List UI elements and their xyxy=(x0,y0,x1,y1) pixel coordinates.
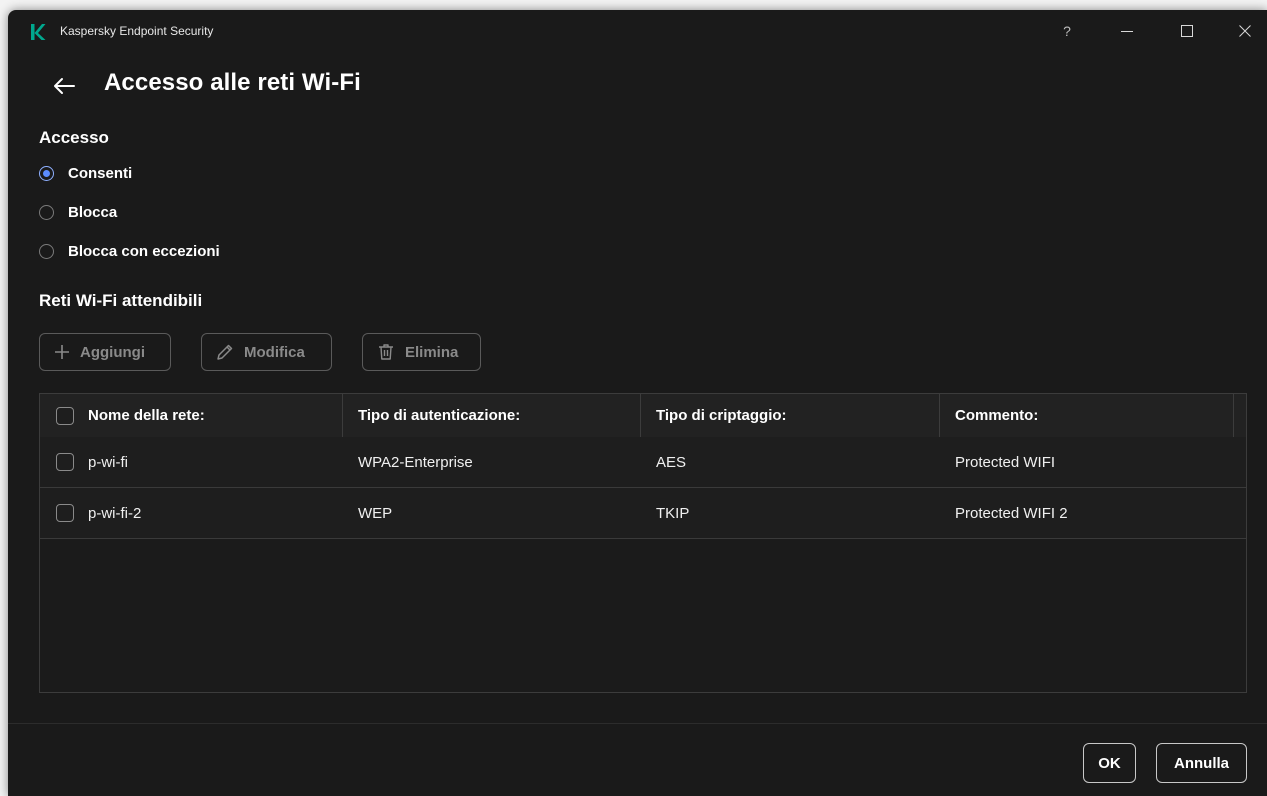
radio-button-selected[interactable] xyxy=(39,165,54,181)
column-header-network-name[interactable]: Nome della rete: xyxy=(56,394,336,437)
cell-network-name: p-wi-fi-2 xyxy=(56,488,141,538)
app-title: Kaspersky Endpoint Security xyxy=(60,24,214,38)
column-header-label: Nome della rete: xyxy=(88,407,205,424)
radio-label: Consenti xyxy=(68,164,133,182)
cell-auth-type: WPA2-Enterprise xyxy=(358,453,473,471)
edit-button-label: Modifica xyxy=(244,343,305,361)
delete-button-label: Elimina xyxy=(405,343,459,361)
radio-button[interactable] xyxy=(39,204,54,220)
column-header-encryption-type[interactable]: Tipo di criptaggio: xyxy=(656,394,926,437)
access-section-title: Accesso xyxy=(39,128,109,147)
column-header-auth-type[interactable]: Tipo di autenticazione: xyxy=(358,394,628,437)
radio-label: Blocca xyxy=(68,203,118,221)
help-button[interactable]: ? xyxy=(1046,16,1088,46)
trusted-networks-table: Nome della rete: Tipo di autenticazione:… xyxy=(39,393,1247,693)
cell-auth-type: WEP xyxy=(358,504,393,522)
radio-button[interactable] xyxy=(39,243,54,259)
title-bar: Kaspersky Endpoint Security ? xyxy=(8,10,1267,54)
network-name: p-wi-fi xyxy=(88,453,128,471)
table-row[interactable]: p-wi-fi-2 WEP TKIP Protected WIFI 2 xyxy=(40,488,1246,539)
row-checkbox[interactable] xyxy=(56,453,74,471)
table-header: Nome della rete: Tipo di autenticazione:… xyxy=(40,394,1246,438)
cancel-button[interactable]: Annulla xyxy=(1156,743,1247,783)
add-button-label: Aggiungi xyxy=(80,343,145,361)
kaspersky-logo-icon xyxy=(31,24,46,40)
minimize-icon xyxy=(1121,31,1133,32)
radio-blocca[interactable]: Blocca xyxy=(39,201,117,223)
plus-icon xyxy=(55,345,69,359)
trash-icon xyxy=(379,344,393,360)
footer-divider xyxy=(8,723,1267,724)
cell-comment: Protected WIFI xyxy=(955,453,1056,471)
page-title: Accesso alle reti Wi-Fi xyxy=(104,69,361,96)
cell-encryption-type: AES xyxy=(656,453,687,471)
cell-encryption-type: TKIP xyxy=(656,504,690,522)
close-icon xyxy=(1239,25,1251,37)
delete-button[interactable]: Elimina xyxy=(362,333,481,371)
network-name: p-wi-fi-2 xyxy=(88,504,142,522)
add-button[interactable]: Aggiungi xyxy=(39,333,171,371)
column-separator[interactable] xyxy=(1233,394,1234,437)
radio-consenti[interactable]: Consenti xyxy=(39,162,132,184)
app-window: Kaspersky Endpoint Security ? Accesso al… xyxy=(8,10,1267,796)
minimize-button[interactable] xyxy=(1106,16,1148,46)
cell-network-name: p-wi-fi xyxy=(56,437,128,487)
row-checkbox[interactable] xyxy=(56,504,74,522)
ok-button[interactable]: OK xyxy=(1083,743,1136,783)
column-separator[interactable] xyxy=(342,394,343,437)
radio-label: Blocca con eccezioni xyxy=(68,242,220,260)
table-row[interactable]: p-wi-fi WPA2-Enterprise AES Protected WI… xyxy=(40,437,1246,488)
back-arrow-icon[interactable] xyxy=(52,76,76,96)
column-header-comment[interactable]: Commento: xyxy=(955,394,1225,437)
maximize-button[interactable] xyxy=(1166,16,1208,46)
cell-comment: Protected WIFI 2 xyxy=(955,504,1068,522)
maximize-icon xyxy=(1181,25,1193,37)
select-all-checkbox[interactable] xyxy=(56,406,74,425)
trusted-networks-section-title: Reti Wi-Fi attendibili xyxy=(39,291,203,310)
close-button[interactable] xyxy=(1224,16,1266,46)
edit-button[interactable]: Modifica xyxy=(201,333,332,371)
help-icon: ? xyxy=(1063,23,1071,39)
radio-blocca-con-eccezioni[interactable]: Blocca con eccezioni xyxy=(39,240,220,262)
column-separator[interactable] xyxy=(939,394,940,437)
pencil-icon xyxy=(217,344,233,360)
column-separator[interactable] xyxy=(640,394,641,437)
